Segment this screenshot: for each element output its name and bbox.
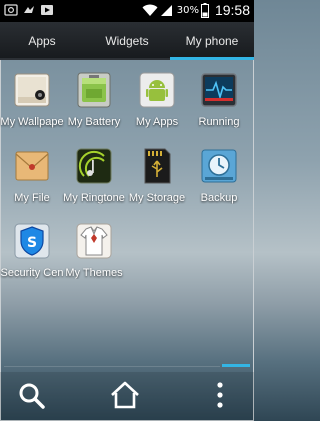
app-label: My Themes bbox=[65, 267, 123, 279]
tab-widgets[interactable]: Widgets bbox=[84, 22, 170, 60]
app-my-storage[interactable]: My Storage bbox=[125, 146, 189, 222]
app-my-apps[interactable]: My Apps bbox=[125, 70, 189, 146]
app-running[interactable]: Running bbox=[187, 70, 251, 146]
app-my-themes[interactable]: My Themes bbox=[62, 221, 126, 297]
security-shield-icon: S bbox=[14, 223, 50, 259]
themes-shirt-icon bbox=[76, 223, 112, 259]
battery-app-icon bbox=[77, 72, 111, 108]
app-my-ringtone[interactable]: My Ringtone bbox=[62, 146, 126, 222]
photo-icon bbox=[4, 4, 18, 16]
wifi-icon bbox=[142, 4, 158, 16]
search-icon[interactable] bbox=[14, 378, 48, 412]
app-label: Running bbox=[198, 116, 240, 128]
clock: 19:58 bbox=[214, 2, 250, 18]
battery-icon bbox=[200, 2, 209, 18]
app-label: My Battery bbox=[67, 116, 121, 128]
app-my-battery[interactable]: My Battery bbox=[62, 70, 126, 146]
tab-active-indicator bbox=[170, 57, 254, 60]
app-my-wallpaper[interactable]: My Wallpape bbox=[0, 70, 64, 146]
tab-bar: Apps Widgets My phone bbox=[0, 22, 254, 60]
status-bar: 30% 19:58 bbox=[0, 0, 254, 22]
play-icon bbox=[41, 5, 53, 15]
backup-clock-icon bbox=[201, 149, 237, 183]
sd-card-icon bbox=[144, 148, 171, 184]
wallpaper-icon bbox=[14, 73, 50, 107]
bird-icon bbox=[24, 6, 34, 13]
ringtone-icon bbox=[76, 148, 112, 184]
svg-text:S: S bbox=[27, 235, 37, 251]
app-security-center[interactable]: S Security Cen bbox=[0, 221, 64, 297]
app-backup[interactable]: Backup bbox=[187, 146, 251, 222]
signal-icon bbox=[160, 5, 172, 16]
tab-my-phone[interactable]: My phone bbox=[170, 22, 254, 60]
tab-apps[interactable]: Apps bbox=[0, 22, 84, 60]
app-label: My Ringtone bbox=[63, 192, 125, 204]
dock-divider bbox=[4, 366, 220, 367]
app-label: Backup bbox=[200, 192, 238, 204]
android-apps-icon bbox=[139, 72, 175, 108]
app-my-file[interactable]: My File bbox=[0, 146, 64, 222]
page-indicator bbox=[222, 364, 250, 367]
running-monitor-icon bbox=[201, 73, 237, 107]
menu-dots-icon[interactable] bbox=[203, 378, 237, 412]
folder-envelope-icon bbox=[15, 151, 49, 181]
battery-percent: 30% bbox=[176, 4, 199, 16]
home-icon[interactable] bbox=[108, 378, 142, 412]
